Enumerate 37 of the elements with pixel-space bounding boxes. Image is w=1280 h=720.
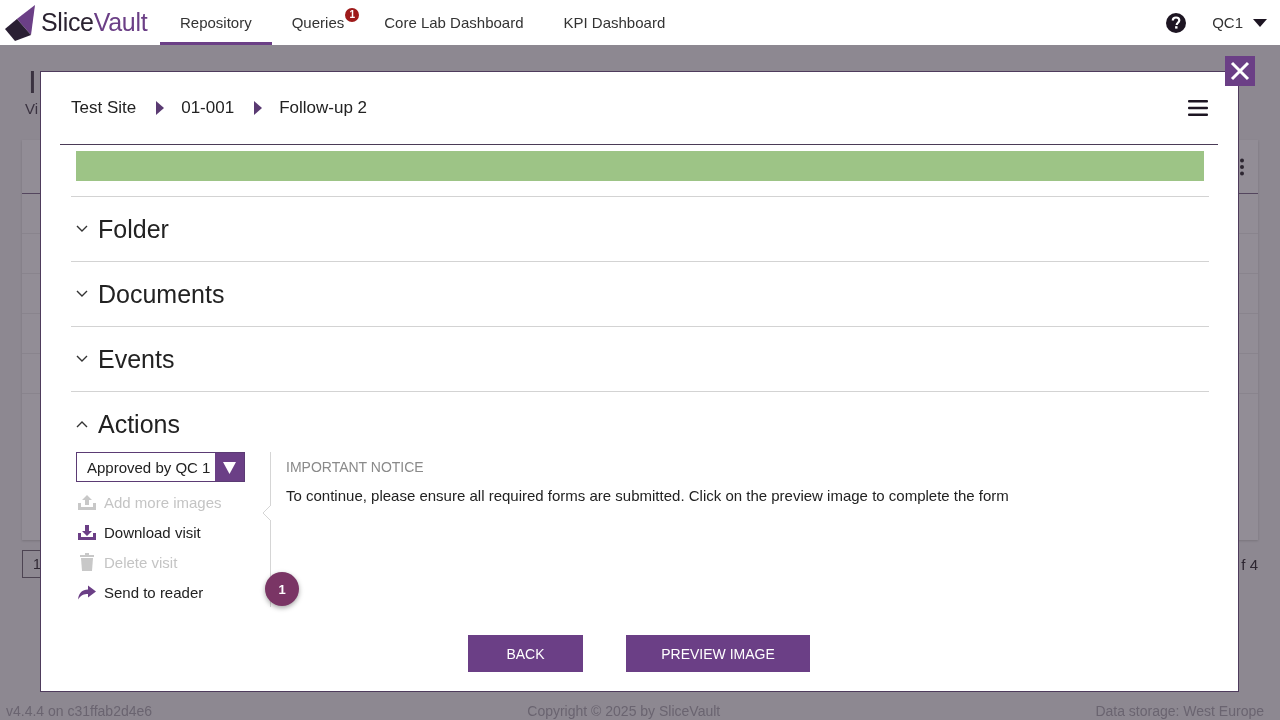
upload-icon xyxy=(78,494,96,510)
menu-icon[interactable] xyxy=(1188,100,1208,116)
caret-right-icon xyxy=(254,101,263,115)
breadcrumb-link[interactable]: Follow-up 2 xyxy=(279,98,367,118)
action-link[interactable]: Download visit xyxy=(76,517,207,547)
notification-badge: 1 xyxy=(345,8,360,22)
breadcrumb-link[interactable]: 01-001 xyxy=(181,98,235,118)
trash-icon xyxy=(80,553,94,571)
page-count-text: f 4 xyxy=(1241,555,1258,573)
logo-icon xyxy=(5,4,36,41)
nav-tab[interactable]: Queries 1 xyxy=(271,0,365,45)
brand-name: SliceVault xyxy=(41,8,148,37)
share-arrow-icon xyxy=(78,584,96,600)
help-icon[interactable] xyxy=(1166,12,1187,33)
download-icon xyxy=(78,524,96,540)
back-button[interactable]: BACK xyxy=(468,635,583,672)
notice-text: To continue, please ensure all required forms are submitted. Click on the preview image to complete the form xyxy=(286,487,1010,505)
page-title: I xyxy=(28,65,37,99)
more-options-icon[interactable] xyxy=(1239,157,1245,176)
breadcrumb-link[interactable]: Test Site xyxy=(71,98,137,118)
nav-tab[interactable]: Core Lab Dashboard xyxy=(364,0,544,45)
accordion-header[interactable]: Events xyxy=(71,327,1209,391)
close-button[interactable] xyxy=(1225,56,1255,86)
accordion-header[interactable]: Folder xyxy=(71,197,1209,261)
accordion-header[interactable]: Documents xyxy=(71,262,1209,326)
status-select[interactable]: Approved by QC 1 xyxy=(76,452,245,482)
caret-down-icon xyxy=(215,453,244,481)
action-link[interactable]: Send to reader xyxy=(76,577,210,607)
user-menu[interactable]: QC1 xyxy=(1212,14,1267,31)
preview-image-button[interactable]: PREVIEW IMAGE xyxy=(626,635,810,672)
notice-heading: IMPORTANT NOTICE xyxy=(286,458,424,476)
close-icon xyxy=(1230,61,1250,81)
caret-down-icon xyxy=(1253,18,1267,27)
caret-right-icon xyxy=(156,101,165,115)
step-badge: 1 xyxy=(265,572,299,606)
page-subtitle: Vi xyxy=(25,99,39,119)
nav-tab[interactable]: KPI Dashboard xyxy=(543,0,686,45)
